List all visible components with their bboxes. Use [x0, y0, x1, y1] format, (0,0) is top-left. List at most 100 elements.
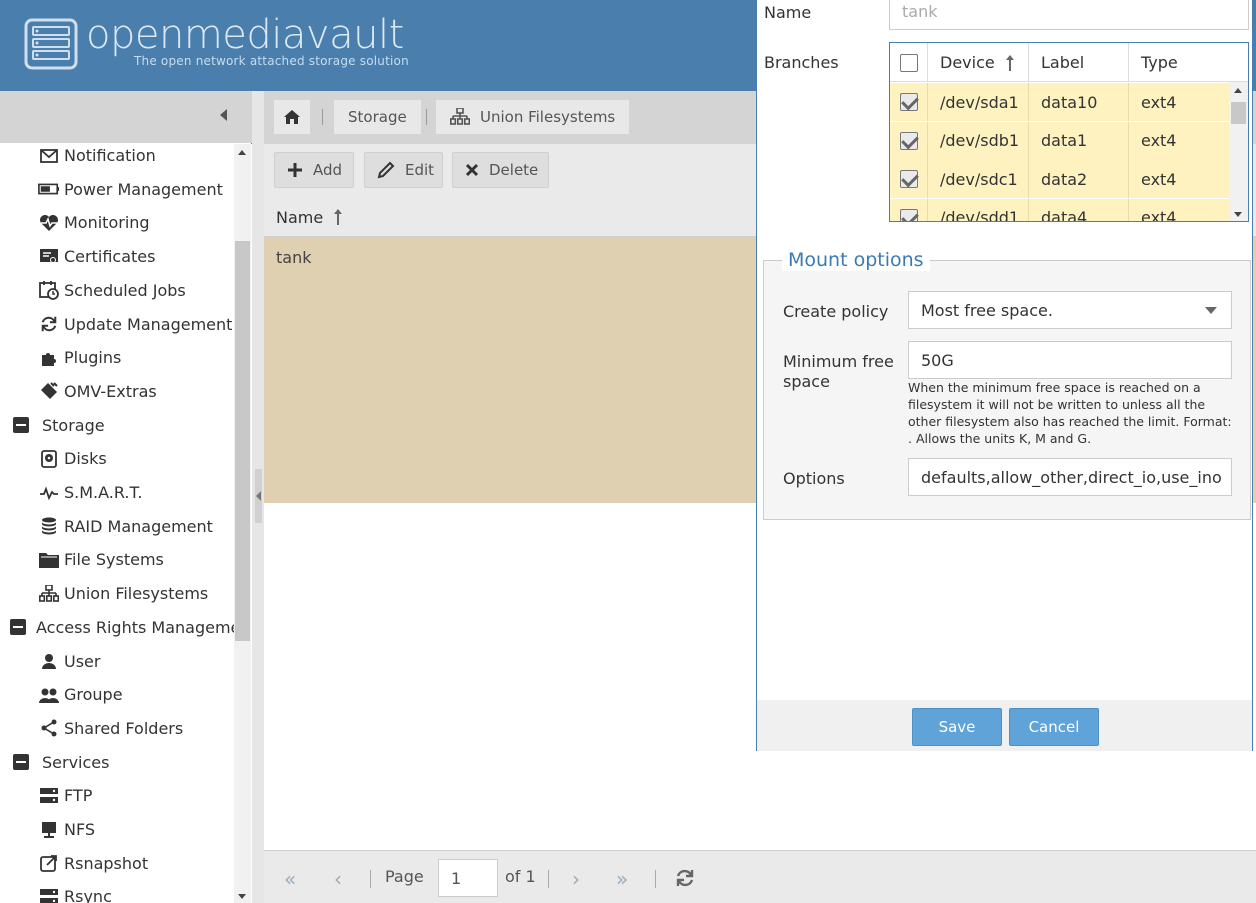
external-link-icon — [38, 852, 60, 874]
sidebar-scrollbar[interactable] — [234, 144, 251, 903]
sidebar-item-notification[interactable]: Notification — [0, 144, 234, 172]
branch-row[interactable]: /dev/sdc1 data2 ext4 — [890, 160, 1229, 198]
sidebar-item-label: File Systems — [64, 550, 164, 570]
sidebar-item-label: Rsnapshot — [64, 853, 149, 873]
splitter-handle[interactable] — [255, 469, 262, 523]
create-policy-select[interactable]: Most free space. — [908, 291, 1232, 329]
plus-icon — [287, 162, 303, 178]
sidebar-item-file-systems[interactable]: File Systems — [0, 543, 234, 576]
name-field[interactable]: tank — [889, 0, 1249, 30]
sidebar-item-services[interactable]: Services — [0, 746, 234, 779]
select-all-header[interactable] — [890, 43, 928, 82]
scroll-down-icon[interactable] — [238, 894, 246, 899]
delete-button[interactable]: Delete — [452, 152, 549, 188]
page-number-input[interactable] — [438, 859, 498, 897]
share-icon — [38, 717, 60, 739]
branch-checkbox[interactable] — [899, 170, 918, 188]
pager-separator — [655, 870, 656, 888]
column-header-device[interactable]: Device — [928, 43, 1029, 82]
scrollbar-thumb[interactable] — [235, 241, 250, 641]
sidebar-item-label: Access Rights Managemen — [36, 617, 234, 637]
sidebar-item-nfs[interactable]: NFS — [0, 813, 234, 846]
sidebar-item-union-filesystems[interactable]: Union Filesystems — [0, 577, 234, 610]
sitemap-icon — [450, 108, 470, 125]
sidebar-item-label: OMV-Extras — [64, 381, 157, 401]
branch-select-cell — [890, 83, 928, 121]
desktop-icon — [38, 819, 60, 841]
sidebar-item-update-management[interactable]: Update Management — [0, 308, 234, 341]
sidebar-item-ftp[interactable]: FTP — [0, 779, 234, 812]
folder-icon — [38, 549, 60, 571]
scroll-down-icon[interactable] — [1234, 212, 1242, 217]
panel-splitter[interactable] — [252, 91, 264, 903]
sidebar-item-groupe[interactable]: Groupe — [0, 678, 234, 711]
sidebar-item-user[interactable]: User — [0, 645, 234, 678]
first-page-icon[interactable]: « — [284, 867, 296, 891]
sidebar-item-label: Scheduled Jobs — [64, 280, 186, 300]
sidebar-item-s-m-a-r-t[interactable]: S.M.A.R.T. — [0, 476, 234, 509]
collapse-left-icon[interactable] — [256, 491, 261, 501]
sidebar-item-monitoring[interactable]: Monitoring — [0, 206, 234, 239]
sidebar-item-certificates[interactable]: Certificates — [0, 240, 234, 273]
collapse-icon[interactable] — [10, 414, 32, 436]
branch-row[interactable]: /dev/sda1 data10 ext4 — [890, 83, 1229, 121]
branch-cell-label: data1 — [1029, 121, 1129, 160]
branch-cell-label: data10 — [1029, 83, 1129, 121]
branch-checkbox[interactable] — [899, 208, 918, 221]
page-label: Page — [385, 867, 424, 886]
branch-checkbox[interactable] — [899, 93, 918, 111]
scrollbar-thumb[interactable] — [1231, 102, 1246, 124]
sidebar-item-rsnapshot[interactable]: Rsnapshot — [0, 847, 234, 880]
sort-asc-icon — [334, 209, 343, 225]
chevron-down-icon — [1205, 307, 1217, 314]
sidebar-item-label: Monitoring — [64, 213, 150, 233]
sidebar-item-access-rights-managemen[interactable]: Access Rights Managemen — [0, 611, 234, 644]
sidebar-item-storage[interactable]: Storage — [0, 409, 234, 442]
logo-icon — [24, 18, 78, 70]
sidebar-item-label: Shared Folders — [64, 718, 184, 738]
add-button[interactable]: Add — [274, 152, 354, 188]
column-header-label-col[interactable]: Label — [1029, 43, 1129, 82]
min-free-space-hint: When the minimum free space is reached o… — [908, 380, 1232, 446]
breadcrumb-home[interactable] — [274, 100, 310, 134]
sidebar: Notification Power Management Monitoring Ce… — [0, 91, 252, 903]
refresh-icon[interactable] — [675, 868, 695, 888]
sidebar-item-label: Rsync — [64, 887, 112, 903]
sidebar-item-label: Storage — [42, 415, 105, 435]
column-header-type[interactable]: Type — [1129, 43, 1248, 82]
branch-row[interactable]: /dev/sdb1 data1 ext4 — [890, 121, 1229, 160]
branch-select-cell — [890, 198, 928, 221]
save-button[interactable]: Save — [912, 708, 1002, 746]
harddisk-icon — [38, 448, 60, 470]
branch-row[interactable]: /dev/sdd1 data4 ext4 — [890, 198, 1229, 221]
select-all-checkbox[interactable] — [899, 53, 918, 72]
breadcrumb-union-filesystems[interactable]: Union Filesystems — [436, 100, 630, 134]
scroll-up-icon[interactable] — [238, 150, 246, 155]
cancel-button[interactable]: Cancel — [1009, 708, 1099, 746]
collapse-sidebar-icon[interactable] — [220, 109, 227, 121]
sidebar-item-raid-management[interactable]: RAID Management — [0, 510, 234, 543]
sidebar-item-shared-folders[interactable]: Shared Folders — [0, 712, 234, 745]
sidebar-item-power-management[interactable]: Power Management — [0, 173, 234, 206]
branch-cell-device: /dev/sda1 — [928, 83, 1029, 121]
branch-checkbox[interactable] — [899, 131, 918, 150]
collapse-icon[interactable] — [10, 616, 26, 638]
breadcrumb-storage[interactable]: Storage — [334, 100, 421, 134]
sidebar-item-scheduled-jobs[interactable]: Scheduled Jobs — [0, 274, 234, 307]
next-page-icon[interactable]: › — [572, 867, 580, 891]
scroll-up-icon[interactable] — [1234, 88, 1242, 93]
prev-page-icon[interactable]: ‹ — [334, 867, 342, 891]
collapse-icon[interactable] — [10, 751, 32, 773]
sidebar-item-omv-extras[interactable]: OMV-Extras — [0, 375, 234, 408]
sidebar-item-label: Plugins — [64, 348, 122, 368]
edit-button[interactable]: Edit — [364, 152, 443, 188]
branches-scrollbar[interactable] — [1229, 82, 1248, 221]
last-page-icon[interactable]: » — [616, 867, 628, 891]
sidebar-item-rsync[interactable]: Rsync — [0, 880, 234, 903]
sidebar-item-plugins[interactable]: Plugins — [0, 341, 234, 374]
min-free-space-field[interactable] — [908, 341, 1232, 379]
sort-asc-icon — [1005, 54, 1014, 71]
sidebar-item-disks[interactable]: Disks — [0, 442, 234, 475]
options-field[interactable] — [908, 458, 1232, 496]
puzzle-icon — [38, 347, 60, 369]
